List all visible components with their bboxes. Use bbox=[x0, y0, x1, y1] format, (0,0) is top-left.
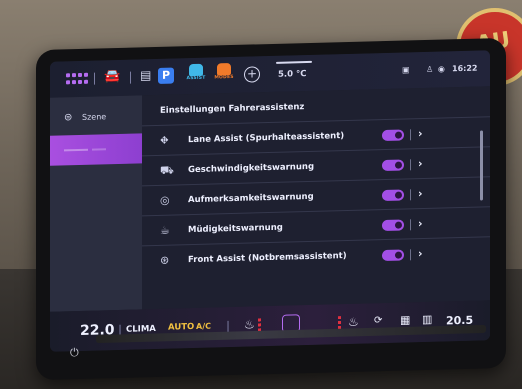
assist-icon bbox=[189, 63, 203, 77]
divider bbox=[130, 71, 131, 84]
attention-warning-toggle[interactable] bbox=[382, 189, 404, 202]
apps-grid-icon[interactable] bbox=[66, 72, 88, 85]
sidebar-item-label: Szene bbox=[82, 112, 107, 122]
divider bbox=[410, 189, 411, 201]
lane-assist-toggle[interactable] bbox=[382, 129, 404, 142]
car-icon[interactable]: 🚘 bbox=[104, 69, 120, 84]
rear-defrost-icon[interactable]: ▦ bbox=[400, 313, 410, 326]
scrollbar[interactable] bbox=[480, 130, 483, 201]
fatigue-warning-toggle[interactable] bbox=[382, 219, 404, 232]
add-shortcut-button[interactable]: + bbox=[244, 66, 260, 83]
assist-button[interactable]: ASSIST bbox=[184, 63, 208, 91]
setting-label: Geschwindigkeitswarnung bbox=[188, 161, 315, 176]
seat-heating-right-icon[interactable]: ♨ bbox=[348, 315, 359, 329]
clock: 16:22 bbox=[452, 63, 478, 74]
status-icons: ▣ ♙ ◉ bbox=[402, 64, 445, 74]
auto-button[interactable]: AUTO bbox=[168, 322, 194, 333]
chevron-right-icon[interactable]: › bbox=[418, 217, 423, 230]
modes-label: MODES bbox=[214, 74, 234, 81]
divider bbox=[410, 129, 411, 141]
front-assist-toggle[interactable] bbox=[382, 249, 404, 262]
seat-heating-left-icon[interactable]: ♨ bbox=[244, 317, 255, 331]
chevron-right-icon[interactable]: › bbox=[418, 247, 423, 260]
modes-button[interactable]: MODES bbox=[212, 63, 236, 90]
setting-label: Müdigkeitswarnung bbox=[188, 222, 283, 236]
sidebar-item-active[interactable] bbox=[50, 133, 142, 166]
setting-label: Front Assist (Notbremsassistent) bbox=[188, 250, 347, 266]
sidebar: ⊜ Szene bbox=[50, 95, 142, 312]
divider bbox=[410, 159, 411, 171]
chevron-right-icon[interactable]: › bbox=[418, 187, 423, 200]
active-item-marker bbox=[64, 148, 88, 152]
assist-label: ASSIST bbox=[186, 75, 206, 82]
lane-assist-icon: ⛖ bbox=[160, 133, 169, 147]
air-recirculation-icon[interactable]: ⟳ bbox=[374, 315, 382, 326]
sidebar-item-szene[interactable]: ⊜ Szene bbox=[50, 101, 142, 133]
speed-warning-toggle[interactable] bbox=[382, 159, 404, 172]
temp-indicator bbox=[276, 60, 312, 64]
divider bbox=[410, 249, 411, 261]
page-title: Einstellungen Fahrerassistenz bbox=[160, 102, 305, 116]
outside-temperature: 5.0 °C bbox=[278, 69, 307, 80]
speed-warning-icon: ⛟ bbox=[160, 163, 174, 177]
fatigue-icon: ☕ bbox=[160, 223, 170, 237]
setting-label: Lane Assist (Spurhalteassistent) bbox=[188, 131, 345, 146]
chevron-right-icon[interactable]: › bbox=[418, 127, 423, 140]
parking-button[interactable]: P bbox=[158, 67, 174, 84]
front-assist-icon: ⊛ bbox=[160, 253, 170, 267]
user-profile-icon[interactable]: ♙ bbox=[426, 65, 433, 74]
active-item-marker bbox=[92, 148, 106, 151]
scene-icon: ⊜ bbox=[64, 112, 73, 124]
connectivity-icon: ◉ bbox=[437, 64, 445, 74]
ac-button[interactable]: A/C bbox=[196, 322, 211, 331]
phone-notification-icon[interactable]: ▣ bbox=[402, 65, 410, 74]
setting-label: Aufmerksamkeitswarnung bbox=[188, 191, 314, 206]
modes-icon bbox=[217, 63, 231, 76]
divider bbox=[410, 219, 411, 231]
media-icon[interactable]: ▤ bbox=[140, 68, 151, 82]
chevron-right-icon[interactable]: › bbox=[418, 157, 423, 170]
divider bbox=[94, 72, 95, 85]
attention-icon: ◎ bbox=[160, 193, 170, 207]
power-icon[interactable]: ⏻ bbox=[70, 346, 79, 360]
infotainment-screen: 🚘 ▤ P ASSIST MODES + 5.0 °C ▣ ♙ ◉ 16:22 … bbox=[50, 50, 490, 352]
settings-panel: Einstellungen Fahrerassistenz ⛖ Lane Ass… bbox=[142, 86, 490, 310]
windshield-defrost-icon[interactable]: ▥ bbox=[422, 313, 432, 326]
